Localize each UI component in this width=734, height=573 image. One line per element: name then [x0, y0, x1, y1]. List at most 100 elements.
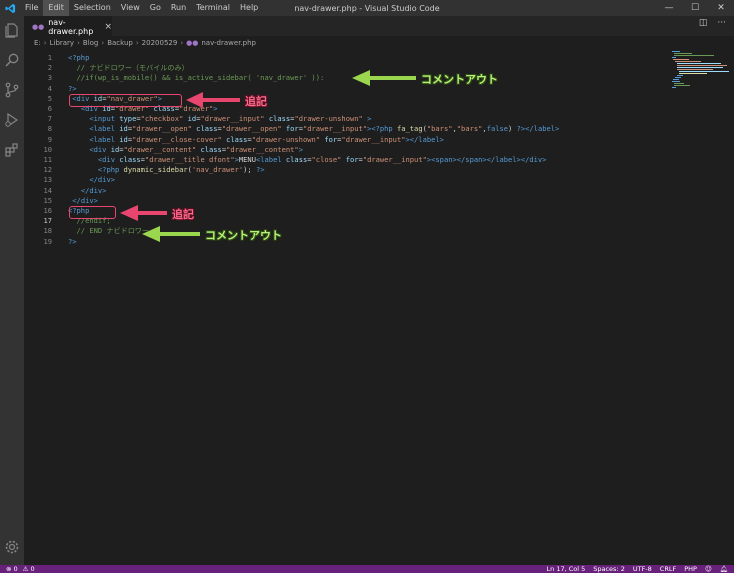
annotation-comment-out: コメントアウト	[205, 229, 282, 242]
code-text: // ナビドロワー（モバイルのみ）	[68, 63, 189, 73]
menu-help[interactable]: Help	[235, 0, 263, 16]
menu-file[interactable]: File	[20, 0, 43, 16]
language-mode[interactable]: PHP	[684, 565, 697, 573]
code-token: <div	[97, 155, 115, 164]
annotation-comment-out: コメントアウト	[421, 73, 498, 86]
menu-selection[interactable]: Selection	[69, 0, 116, 16]
code-token: <label	[255, 155, 282, 164]
encoding[interactable]: UTF-8	[633, 565, 652, 573]
code-line[interactable]: 17 //endif;	[24, 216, 664, 226]
code-token: "drawer__title dfont"	[144, 155, 235, 164]
status-bar: ⊗ 0 ⚠ 0 Ln 17, Col 5 Spaces: 2 UTF-8 CRL…	[0, 565, 734, 573]
code-editor[interactable]: 1 <?php 2 // ナビドロワー（モバイルのみ） 3 //if(wp_is_mo…	[24, 50, 734, 565]
chevron-right-icon: ›	[43, 39, 47, 47]
breadcrumb-file[interactable]: nav-drawer.php	[201, 39, 256, 47]
code-token: "checkbox"	[140, 114, 184, 124]
code-line[interactable]: 7 <input type="checkbox" id="drawer__inp…	[24, 114, 664, 124]
minimize-icon[interactable]: —	[656, 0, 682, 16]
line-number: 15	[43, 195, 52, 205]
warnings-count[interactable]: ⚠ 0	[23, 565, 35, 573]
code-line[interactable]: 1 <?php	[24, 53, 664, 63]
activity-bar	[0, 16, 24, 565]
chevron-right-icon: ›	[180, 39, 184, 47]
code-line[interactable]: 19 ?>	[24, 237, 664, 247]
code-line[interactable]: 16 <?php	[24, 206, 664, 216]
editor-actions: ◫ ···	[699, 18, 726, 28]
code-token: ?>	[68, 236, 77, 246]
code-text: ?>	[68, 84, 77, 94]
tab-nav-drawer[interactable]: ●● nav-drawer.php ×	[24, 16, 112, 36]
gear-icon[interactable]	[4, 539, 20, 555]
code-line[interactable]: 12 <?php dynamic_sidebar('nav_drawer'); …	[24, 165, 664, 175]
feedback-icon[interactable]: ☺	[705, 565, 712, 573]
code-token: "bars"	[456, 124, 483, 134]
breadcrumb-item[interactable]: Blog	[83, 39, 98, 47]
explorer-icon[interactable]	[4, 22, 20, 38]
code-token: //if(wp_is_mobile() && is_active_sidebar…	[68, 73, 325, 83]
split-editor-icon[interactable]: ◫	[699, 18, 708, 28]
line-number: 14	[43, 185, 52, 195]
menu-terminal[interactable]: Terminal	[191, 0, 235, 16]
line-number: 19	[43, 236, 52, 246]
source-control-icon[interactable]	[4, 82, 20, 98]
menu-run[interactable]: Run	[166, 0, 191, 16]
code-token: </div>	[80, 185, 107, 195]
errors-count[interactable]: ⊗ 0	[6, 565, 18, 573]
code-token: >	[298, 144, 303, 154]
line-number: 16	[43, 206, 52, 215]
code-token: </div>	[89, 175, 115, 185]
code-token: class	[268, 114, 291, 124]
search-icon[interactable]	[4, 52, 20, 68]
code-line[interactable]: 10 <div id="drawer__content" class="draw…	[24, 145, 664, 155]
menu-go[interactable]: Go	[145, 0, 166, 16]
code-token: class	[226, 134, 248, 144]
code-token: for	[285, 124, 299, 134]
more-actions-icon[interactable]: ···	[717, 18, 726, 28]
code-line[interactable]: 15 </div>	[24, 196, 664, 206]
code-line[interactable]: 13 </div>	[24, 175, 664, 185]
code-token: >	[367, 114, 372, 124]
breadcrumb-item[interactable]: E:	[34, 39, 41, 47]
code-token: <div	[89, 144, 107, 154]
code-line[interactable]: 11 <div class="drawer__title dfont">MENU…	[24, 155, 664, 165]
code-text: <label id="drawer__open" class="drawer__…	[68, 124, 559, 134]
breadcrumb-item[interactable]: 20200529	[142, 39, 178, 47]
code-line[interactable]: 3 //if(wp_is_mobile() && is_active_sideb…	[24, 73, 664, 83]
maximize-icon[interactable]: ☐	[682, 0, 708, 16]
code-line[interactable]: 2 // ナビドロワー（モバイルのみ）	[24, 63, 664, 73]
breadcrumb-item[interactable]: Backup	[107, 39, 133, 47]
code-line[interactable]: 18 // END ナビドロワー	[24, 226, 664, 236]
chevron-right-icon: ›	[77, 39, 80, 47]
code-token: for	[345, 155, 359, 164]
line-number: 13	[43, 175, 52, 185]
tab-close-icon[interactable]: ×	[104, 22, 112, 32]
code-token: fa_tag	[396, 124, 423, 134]
breadcrumb-item[interactable]: Library	[50, 39, 74, 47]
code-line[interactable]: 9 <label id="drawer__close-cover" class=…	[24, 135, 664, 145]
code-token: id	[119, 134, 128, 144]
minimap[interactable]	[670, 50, 730, 110]
tab-bar: ●● nav-drawer.php × ◫ ···	[24, 16, 734, 36]
menu-view[interactable]: View	[116, 0, 145, 16]
code-token: class	[119, 155, 141, 164]
menu-edit[interactable]: Edit	[43, 0, 69, 16]
bell-icon[interactable]: 🔔︎	[720, 565, 728, 573]
code-line[interactable]: 8 <label id="drawer__open" class="drawer…	[24, 124, 664, 134]
menu-bar: File Edit Selection View Go Run Terminal…	[20, 0, 263, 16]
run-debug-icon[interactable]	[4, 112, 20, 128]
code-line[interactable]: 14 </div>	[24, 186, 664, 196]
code-token: "drawer__input"	[200, 114, 265, 124]
code-line[interactable]: 4 ?>	[24, 84, 664, 94]
indentation[interactable]: Spaces: 2	[593, 565, 625, 573]
code-text: </div>	[68, 196, 98, 206]
chevron-right-icon: ›	[101, 39, 105, 47]
line-ending[interactable]: CRLF	[660, 565, 676, 573]
cursor-position[interactable]: Ln 17, Col 5	[547, 565, 586, 573]
close-icon[interactable]: ✕	[708, 0, 734, 16]
code-text: </div>	[68, 185, 107, 196]
code-token: >	[213, 104, 218, 113]
extensions-icon[interactable]	[4, 142, 20, 158]
